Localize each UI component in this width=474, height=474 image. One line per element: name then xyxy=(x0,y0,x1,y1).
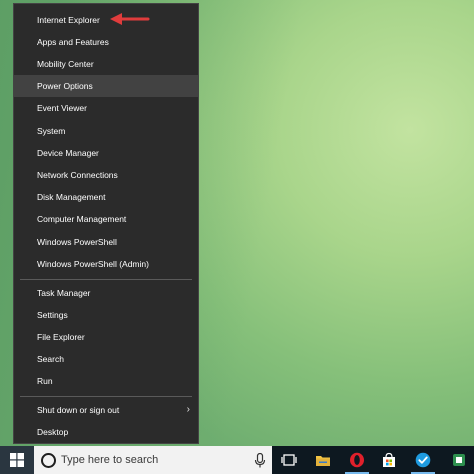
menu-item-power-options[interactable]: Power Options xyxy=(14,75,198,97)
opera-icon xyxy=(350,452,364,468)
task-view-icon xyxy=(281,454,297,466)
search-placeholder: Type here to search xyxy=(61,454,159,466)
start-button[interactable] xyxy=(0,446,34,474)
menu-item-label: Shut down or sign out xyxy=(37,405,120,415)
taskbar-search-box[interactable]: Type here to search xyxy=(34,446,272,474)
menu-item-file-explorer[interactable]: File Explorer xyxy=(14,326,198,348)
windows-logo-icon xyxy=(10,453,24,467)
check-app-icon xyxy=(415,452,431,468)
red-arrow-icon xyxy=(110,13,150,25)
menu-item-task-manager[interactable]: Task Manager xyxy=(14,282,198,304)
taskbar: Type here to search xyxy=(0,446,474,474)
search-icon xyxy=(41,453,56,468)
store-icon xyxy=(383,452,395,467)
menu-item-apps-and-features[interactable]: Apps and Features xyxy=(14,31,198,53)
menu-item-settings[interactable]: Settings xyxy=(14,304,198,326)
menu-item-windows-powershell-admin[interactable]: Windows PowerShell (Admin) xyxy=(14,253,198,275)
menu-item-mobility-center[interactable]: Mobility Center xyxy=(14,53,198,75)
menu-item-run[interactable]: Run xyxy=(14,370,198,392)
file-explorer-icon xyxy=(316,456,330,466)
microphone-icon[interactable] xyxy=(254,453,266,468)
menu-item-windows-powershell[interactable]: Windows PowerShell xyxy=(14,231,198,253)
check-app-taskbar-button[interactable] xyxy=(408,446,438,474)
menu-item-network-connections[interactable]: Network Connections xyxy=(14,164,198,186)
menu-item-desktop[interactable]: Desktop xyxy=(14,421,198,443)
menu-item-device-manager[interactable]: Device Manager xyxy=(14,142,198,164)
taskbar-app-button[interactable] xyxy=(444,446,474,474)
menu-item-system[interactable]: System xyxy=(14,120,198,142)
chevron-right-icon: › xyxy=(186,404,190,415)
menu-separator xyxy=(20,396,192,397)
file-explorer-taskbar-button[interactable] xyxy=(308,446,338,474)
store-taskbar-button[interactable] xyxy=(374,446,404,474)
task-view-button[interactable] xyxy=(274,446,304,474)
menu-item-event-viewer[interactable]: Event Viewer xyxy=(14,97,198,119)
menu-item-computer-management[interactable]: Computer Management xyxy=(14,208,198,230)
menu-item-shut-down-or-sign-out[interactable]: Shut down or sign out › xyxy=(14,399,198,421)
menu-separator xyxy=(20,279,192,280)
menu-item-internet-explorer[interactable]: Internet Explorer xyxy=(14,9,198,31)
menu-item-disk-management[interactable]: Disk Management xyxy=(14,186,198,208)
power-user-menu: Internet Explorer Apps and Features Mobi… xyxy=(13,3,199,444)
menu-item-search[interactable]: Search xyxy=(14,348,198,370)
opera-taskbar-button[interactable] xyxy=(342,446,372,474)
app-icon xyxy=(453,454,465,466)
